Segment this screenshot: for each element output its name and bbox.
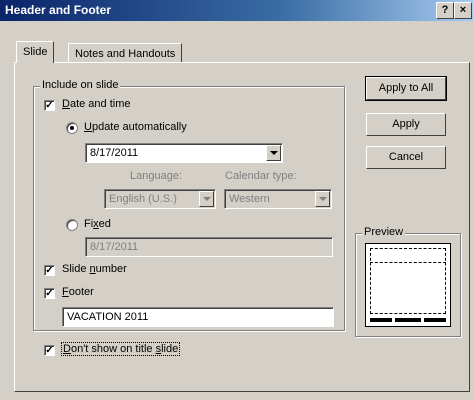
window-title: Header and Footer — [5, 3, 112, 17]
dont-show-title-label: Don't show on title slide — [60, 342, 181, 356]
fixed-date-value: 8/17/2011 — [90, 241, 139, 253]
language-dropdown[interactable]: English (U.S.) — [104, 189, 216, 209]
date-format-value: 8/17/2011 — [90, 147, 139, 159]
apply-to-all-label: Apply to All — [378, 82, 434, 94]
date-format-dropdown-button[interactable] — [266, 145, 281, 161]
chevron-down-icon — [319, 197, 327, 201]
apply-button[interactable]: Apply — [366, 113, 446, 136]
close-button[interactable]: × — [454, 2, 472, 19]
tab-notes-handouts[interactable]: Notes and Handouts — [68, 43, 183, 63]
help-button[interactable]: ? — [436, 2, 454, 19]
preview-slide — [365, 243, 451, 327]
preview-label: Preview — [362, 226, 406, 238]
footer-text-input[interactable]: VACATION 2011 — [62, 307, 334, 327]
date-time-label: Date and time — [62, 98, 131, 110]
footer-label: Footer — [62, 286, 94, 298]
language-dropdown-button[interactable] — [199, 191, 214, 207]
slide-number-checkbox[interactable]: ✓ — [44, 265, 55, 276]
fixed-date-input[interactable]: 8/17/2011 — [85, 237, 333, 257]
fixed-label: Fixed — [84, 218, 111, 230]
calendar-type-dropdown[interactable]: Western — [224, 189, 332, 209]
language-value: English (U.S.) — [109, 193, 177, 205]
title-bar: Header and Footer ? × — [0, 0, 473, 21]
cancel-label: Cancel — [388, 151, 424, 163]
preview-number-placeholder — [424, 318, 446, 322]
footer-text-value: VACATION 2011 — [67, 311, 149, 323]
date-format-dropdown[interactable]: 8/17/2011 — [85, 143, 283, 163]
calendar-type-value: Western — [229, 193, 270, 205]
dont-show-title-checkbox[interactable]: ✓ — [44, 345, 55, 356]
cancel-button[interactable]: Cancel — [366, 146, 446, 169]
apply-label: Apply — [392, 118, 420, 130]
calendar-type-dropdown-button[interactable] — [315, 191, 330, 207]
preview-date-placeholder — [370, 318, 392, 322]
radio-dot — [70, 126, 74, 130]
preview-footer-placeholder — [395, 318, 421, 322]
slide-number-label: Slide number — [62, 263, 127, 275]
update-automatically-radio[interactable] — [66, 122, 78, 134]
tab-notes-handouts-label: Notes and Handouts — [75, 48, 176, 60]
footer-checkbox[interactable]: ✓ — [44, 288, 55, 299]
tab-slide-label: Slide — [23, 46, 48, 58]
preview-content-area — [370, 248, 446, 314]
date-time-label-rest: ate and time — [69, 98, 131, 110]
date-time-checkbox[interactable]: ✓ — [44, 100, 55, 111]
fixed-radio[interactable] — [66, 219, 78, 231]
calendar-type-label: Calendar type: — [225, 170, 297, 182]
include-on-slide-label: Include on slide — [40, 79, 121, 91]
tab-slide[interactable]: Slide — [16, 41, 55, 63]
preview-title-divider — [370, 262, 446, 263]
chevron-down-icon — [270, 151, 278, 155]
update-automatically-label: Update automatically — [84, 121, 187, 133]
language-label: Language: — [130, 170, 182, 182]
apply-to-all-button[interactable]: Apply to All — [365, 76, 447, 101]
chevron-down-icon — [203, 197, 211, 201]
